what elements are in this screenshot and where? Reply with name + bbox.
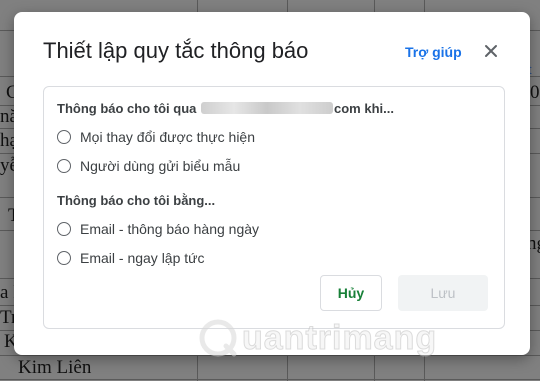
watermark-text: uantrimang xyxy=(241,318,438,357)
watermark-logo-icon xyxy=(199,319,237,357)
radio-form-submitted[interactable]: Người dùng gửi biểu mẫu xyxy=(57,156,240,176)
notify-how-heading: Thông báo cho tôi bằng... xyxy=(57,193,216,208)
radio-label: Email - thông báo hàng ngày xyxy=(80,221,260,237)
radio-button[interactable] xyxy=(57,251,71,265)
cancel-button[interactable]: Hủy xyxy=(320,275,382,311)
notify-when-prefix: Thông báo cho tôi qua xyxy=(57,101,197,116)
notify-when-suffix: com khi... xyxy=(334,101,394,116)
radio-button[interactable] xyxy=(57,130,71,144)
save-button[interactable]: Lưu xyxy=(398,275,488,311)
watermark: uantrimang xyxy=(198,318,437,358)
cell-fragment: 0 xyxy=(530,82,540,103)
close-icon xyxy=(485,45,497,57)
radio-label: Mọi thay đổi được thực hiện xyxy=(80,129,256,145)
grid-line xyxy=(0,379,540,380)
masked-email xyxy=(201,102,333,114)
radio-button[interactable] xyxy=(57,159,71,173)
radio-any-change[interactable]: Mọi thay đổi được thực hiện xyxy=(57,127,255,147)
help-link[interactable]: Trợ giúp xyxy=(405,44,462,60)
notify-when-heading: Thông báo cho tôi qua com khi... xyxy=(57,101,394,116)
notification-rules-dialog: Thiết lập quy tắc thông báo Trợ giúp Thô… xyxy=(14,12,530,355)
cell-fragment: Kim Liên xyxy=(18,357,92,378)
radio-button[interactable] xyxy=(57,222,71,236)
close-button[interactable] xyxy=(480,40,502,62)
radio-email-daily[interactable]: Email - thông báo hàng ngày xyxy=(57,219,259,239)
radio-email-immediate[interactable]: Email - ngay lập tức xyxy=(57,248,205,268)
dialog-title: Thiết lập quy tắc thông báo xyxy=(43,38,309,63)
radio-label: Người dùng gửi biểu mẫu xyxy=(80,158,241,174)
radio-label: Email - ngay lập tức xyxy=(80,250,205,266)
